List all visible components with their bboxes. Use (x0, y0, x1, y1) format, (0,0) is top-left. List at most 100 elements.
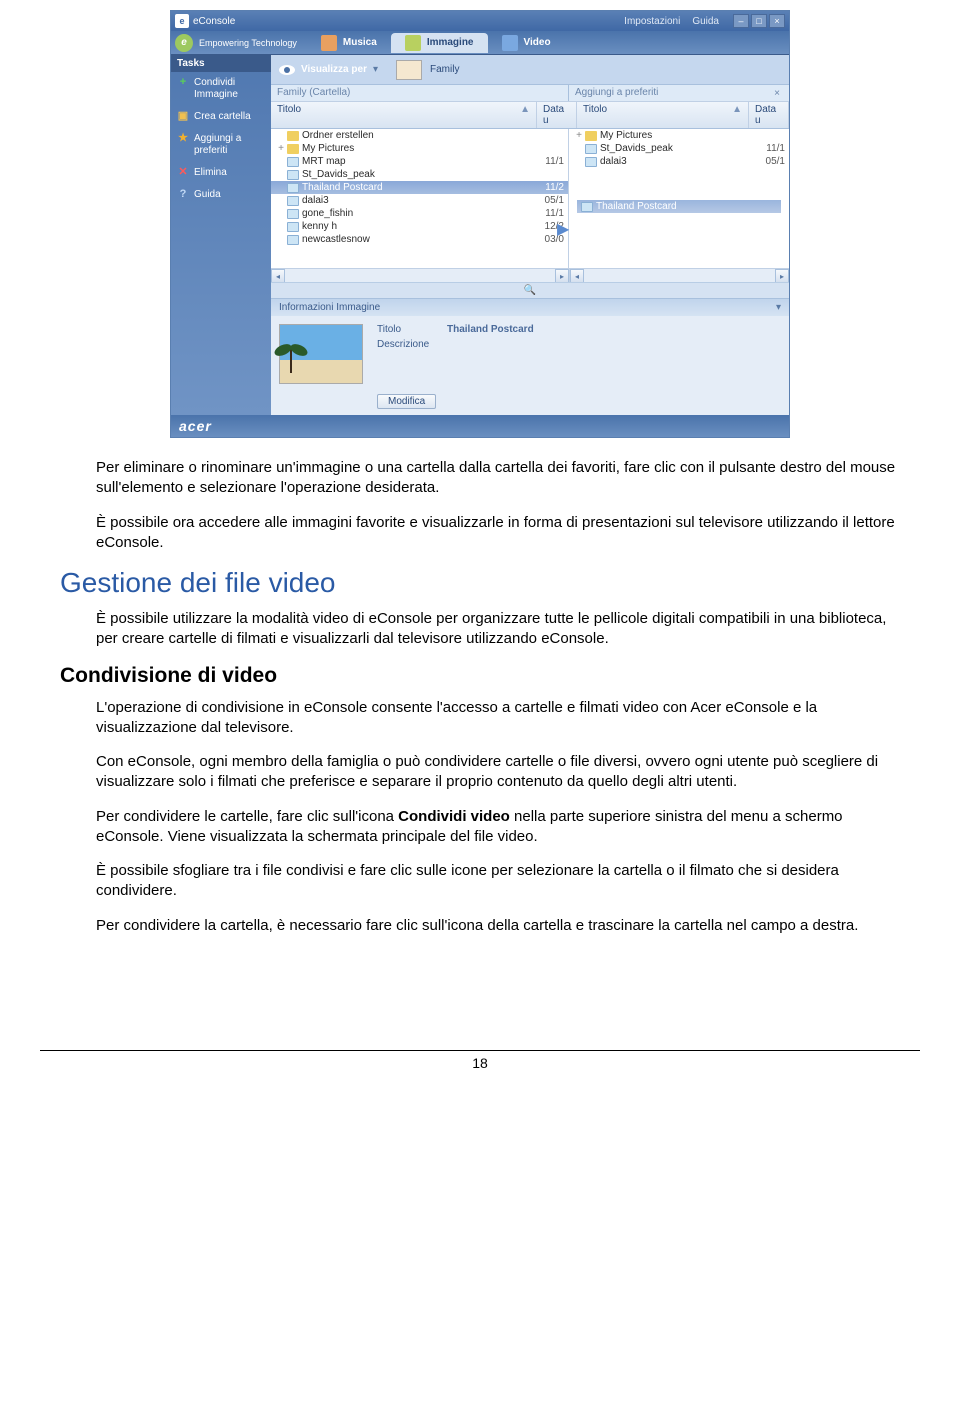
image-file-icon (287, 235, 299, 245)
close-favorites-icon[interactable]: × (771, 87, 783, 99)
scrollbar-track[interactable] (584, 269, 775, 282)
econsole-window: e eConsole Impostazioni Guida – □ × e Em… (170, 10, 790, 438)
scroll-left-button[interactable]: ◂ (271, 269, 285, 283)
empowering-label: Empowering Technology (199, 38, 297, 48)
paragraph: Per condividere le cartelle, fare clic s… (96, 807, 900, 848)
scroll-left-button[interactable]: ◂ (570, 269, 584, 283)
col-data-left[interactable]: Data u (537, 102, 577, 128)
list-row[interactable]: dalai305/1 (271, 194, 568, 207)
paragraph: È possibile ora accedere alle immagini f… (96, 513, 900, 554)
col-data-right[interactable]: Data u (749, 102, 789, 128)
close-button[interactable]: × (769, 14, 785, 28)
list-row[interactable]: kenny h12/2 (271, 220, 568, 233)
minimize-button[interactable]: – (733, 14, 749, 28)
row-name: MRT map (302, 156, 530, 167)
heading-gestione: Gestione dei file video (60, 567, 900, 599)
col-titolo-right[interactable]: Titolo (583, 104, 607, 126)
list-row[interactable]: Thailand Postcard11/2 (271, 181, 568, 194)
row-date: 11/2 (530, 182, 564, 193)
list-row[interactable]: + My Pictures (569, 129, 789, 142)
impostazioni-link[interactable]: Impostazioni (624, 16, 680, 27)
image-file-icon (287, 196, 299, 206)
list-row[interactable]: St_Davids_peak (271, 168, 568, 181)
sort-asc-icon: ▲ (732, 104, 742, 126)
list-row[interactable]: gone_fishin11/1 (271, 207, 568, 220)
title-bar: e eConsole Impostazioni Guida – □ × (171, 11, 789, 31)
breadcrumb-left: Family (Cartella) (271, 85, 569, 101)
plus-icon: + (177, 77, 189, 89)
row-name: My Pictures (600, 130, 751, 141)
collapse-arrow-icon[interactable]: ▾ (776, 302, 781, 313)
tab-video[interactable]: Video (488, 33, 565, 53)
tab-musica[interactable]: Musica (307, 33, 391, 53)
sidebar-item-preferiti[interactable]: ★ Aggiungi a preferiti (171, 128, 271, 162)
family-thumb[interactable] (396, 60, 422, 80)
list-row[interactable]: dalai305/1 (569, 155, 789, 168)
sidebar-item-crea[interactable]: ▣ Crea cartella (171, 106, 271, 128)
row-name: newcastlesnow (302, 234, 530, 245)
row-date: 11/1 (530, 156, 564, 167)
info-thumbnail (279, 324, 363, 384)
left-pane: Ordner erstellen+My PicturesMRT map11/1S… (271, 129, 569, 268)
image-file-icon (287, 222, 299, 232)
folder-icon (585, 131, 597, 141)
folder-icon (287, 131, 299, 141)
paragraph: È possibile sfogliare tra i file condivi… (96, 861, 900, 902)
row-date: 11/1 (530, 208, 564, 219)
paragraph: Per eliminare o rinominare un'immagine o… (96, 458, 900, 499)
tab-immagine[interactable]: Immagine (391, 33, 488, 53)
empowering-bar: e Empowering Technology Musica Immagine … (171, 31, 789, 55)
list-row[interactable]: St_Davids_peak11/1 (569, 142, 789, 155)
row-name: St_Davids_peak (302, 169, 530, 180)
expand-toggle[interactable]: + (275, 143, 287, 154)
guida-link[interactable]: Guida (692, 16, 719, 27)
sidebar-item-guida[interactable]: ? Guida (171, 184, 271, 206)
info-titolo-label: Titolo (377, 324, 447, 335)
right-pane: +My PicturesSt_Davids_peak11/1dalai305/1… (569, 129, 789, 268)
row-date: 05/1 (530, 195, 564, 206)
scrollbar-track[interactable] (285, 269, 555, 282)
scroll-right-button[interactable]: ▸ (775, 269, 789, 283)
help-icon: ? (177, 189, 189, 201)
move-right-arrow-icon[interactable]: ▶ (557, 219, 569, 239)
view-label: Visualizza per (301, 64, 367, 75)
image-file-icon (585, 157, 597, 167)
row-name: dalai3 (302, 195, 530, 206)
info-descr-label: Descrizione (377, 339, 447, 350)
sidebar-item-condividi[interactable]: + Condividi Immagine (171, 72, 271, 106)
video-icon (502, 35, 518, 51)
folder-icon (287, 144, 299, 154)
modifica-button[interactable]: Modifica (377, 394, 436, 409)
row-name: St_Davids_peak (600, 143, 751, 154)
image-file-icon (287, 183, 299, 193)
family-label: Family (430, 64, 459, 75)
col-titolo-left[interactable]: Titolo (277, 104, 301, 126)
list-row[interactable]: +My Pictures (271, 142, 568, 155)
list-row[interactable]: Ordner erstellen (271, 129, 568, 142)
row-date: 05/1 (751, 156, 785, 167)
paragraph: L'operazione di condivisione in eConsole… (96, 698, 900, 739)
maximize-button[interactable]: □ (751, 14, 767, 28)
image-file-icon (287, 209, 299, 219)
eye-icon (279, 65, 295, 75)
search-icon[interactable]: 🔍 (524, 285, 536, 296)
image-file-icon (585, 144, 597, 154)
search-row: 🔍 (271, 282, 789, 298)
dropdown-arrow-icon[interactable]: ▾ (373, 64, 378, 75)
info-header-label: Informazioni Immagine (279, 302, 380, 313)
folder-icon: ▣ (177, 111, 189, 123)
scroll-right-button[interactable]: ▸ (555, 269, 569, 283)
paragraph: È possibile utilizzare la modalità video… (96, 609, 900, 650)
expand-toggle[interactable]: + (573, 130, 585, 141)
list-row[interactable]: MRT map11/1 (271, 155, 568, 168)
footer-separator (40, 1050, 920, 1051)
image-file-icon (287, 157, 299, 167)
music-icon (321, 35, 337, 51)
logo-bar: acer (171, 415, 789, 437)
list-row[interactable]: newcastlesnow03/0 (271, 233, 568, 246)
drag-ghost: Thailand Postcard (577, 200, 781, 213)
paragraph: Per condividere la cartella, è necessari… (96, 916, 900, 936)
sidebar-item-elimina[interactable]: ✕ Elimina (171, 162, 271, 184)
view-bar: Visualizza per ▾ Family (271, 55, 789, 85)
row-date: 11/1 (751, 143, 785, 154)
